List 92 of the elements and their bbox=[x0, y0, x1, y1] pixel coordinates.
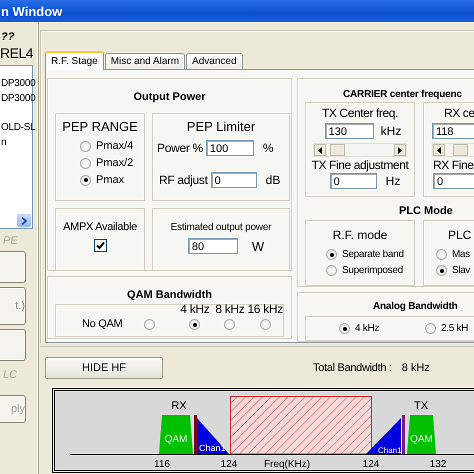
hide-hf-button[interactable]: HIDE HF bbox=[45, 357, 163, 379]
input-field[interactable]: 130 bbox=[324, 123, 374, 139]
group-title: QAM Bandwidth bbox=[126, 289, 213, 302]
label: Estimated output power bbox=[170, 222, 272, 233]
label: RX Fine bbox=[433, 158, 474, 172]
scroll-thumb[interactable] bbox=[330, 144, 345, 156]
radio-label: 8 kHz bbox=[215, 302, 245, 316]
radio-label: Separate band bbox=[342, 249, 404, 260]
radio-button[interactable] bbox=[80, 174, 91, 186]
window-title: n Window bbox=[1, 4, 62, 18]
input-field[interactable]: 0 bbox=[433, 173, 474, 189]
tick-label: 132 bbox=[430, 459, 446, 470]
label: Total Bandwidth : bbox=[313, 362, 392, 374]
unit-label: kHz bbox=[380, 124, 402, 138]
pilot-bar bbox=[194, 415, 197, 454]
radio-label: 2.5 kH bbox=[441, 323, 468, 334]
radio-button[interactable] bbox=[326, 265, 337, 276]
group-title: Output Power bbox=[132, 91, 207, 104]
checkbox[interactable] bbox=[94, 239, 106, 252]
section-label: LC bbox=[3, 369, 18, 381]
rx-label: RX bbox=[171, 400, 187, 412]
tab[interactable]: Advanced bbox=[186, 53, 243, 69]
section-label: PE bbox=[3, 235, 18, 247]
box-title: R.F. mode bbox=[332, 228, 388, 243]
label: TX Fine adjustment bbox=[312, 158, 408, 172]
radio-button[interactable] bbox=[80, 140, 91, 152]
scroll-thumb[interactable] bbox=[453, 144, 468, 156]
arrow-right-icon[interactable] bbox=[398, 146, 402, 154]
tick-label: 124 bbox=[220, 459, 238, 470]
tx-label: TX bbox=[414, 400, 428, 412]
radio-button[interactable] bbox=[224, 319, 236, 330]
tick-label: 124 bbox=[362, 459, 380, 470]
radio-label: Pmax/2 bbox=[96, 157, 134, 169]
label: RF adjust bbox=[159, 173, 208, 187]
radio-button[interactable] bbox=[189, 319, 200, 330]
qam-band bbox=[407, 415, 436, 454]
radio-label: 4 kHz bbox=[355, 323, 380, 334]
channel-band bbox=[197, 418, 229, 454]
box-title: PEP Limiter bbox=[186, 119, 256, 134]
chevron-right-icon[interactable] bbox=[21, 216, 27, 224]
checkbox-label: AMPX Available bbox=[63, 221, 137, 233]
side-button[interactable] bbox=[0, 329, 26, 361]
box-title: PLC bbox=[448, 228, 472, 243]
band-label: QAM bbox=[164, 434, 188, 445]
group-title: CARRIER center frequenc bbox=[343, 88, 462, 101]
arrow-left-icon[interactable] bbox=[318, 146, 322, 154]
input-field[interactable]: 0 bbox=[210, 172, 257, 188]
group-title: PLC Mode bbox=[399, 205, 453, 218]
box-title: TX Center freq. bbox=[322, 106, 398, 121]
device-name: REL4 bbox=[0, 45, 34, 62]
side-button[interactable] bbox=[0, 251, 26, 283]
radio-label: Pmax/4 bbox=[96, 140, 134, 152]
radio-button[interactable] bbox=[144, 318, 156, 330]
radio-button[interactable] bbox=[80, 158, 91, 168]
radio-button[interactable] bbox=[425, 323, 436, 334]
list-item[interactable]: n bbox=[0, 135, 32, 150]
radio-label: Pmax bbox=[96, 174, 124, 186]
axis-label: Freq(KHz) bbox=[264, 459, 310, 470]
radio-button[interactable] bbox=[326, 249, 337, 260]
input-field[interactable]: 80 bbox=[188, 238, 238, 254]
unit-label: W bbox=[252, 238, 264, 254]
radio-label: 4 kHz bbox=[180, 302, 210, 316]
band-label: QAM bbox=[410, 434, 433, 445]
radio-label: 16 kHz bbox=[247, 302, 283, 316]
radio-label: Superimposed bbox=[342, 265, 403, 276]
pilot-bar bbox=[402, 415, 405, 454]
radio-button[interactable] bbox=[436, 265, 447, 276]
panel-header: ?? bbox=[1, 31, 14, 43]
input-field[interactable]: 100 bbox=[206, 140, 254, 156]
radio-label: No QAM bbox=[82, 318, 122, 330]
label: Power % bbox=[157, 141, 203, 155]
tab[interactable]: R.F. Stage bbox=[45, 51, 104, 70]
box-title: PEP RANGE bbox=[62, 119, 138, 134]
group-title: Analog Bandwidth bbox=[373, 300, 458, 313]
box-title: RX ce bbox=[444, 106, 474, 121]
arrow-left-icon[interactable] bbox=[437, 146, 441, 154]
radio-label: Slav bbox=[452, 265, 470, 276]
radio-button[interactable] bbox=[436, 249, 447, 260]
qam-band bbox=[159, 415, 193, 454]
radio-button[interactable] bbox=[339, 323, 350, 334]
tab[interactable]: Misc and Alarm bbox=[104, 53, 186, 69]
unit-label: % bbox=[262, 141, 274, 155]
input-field[interactable]: 0 bbox=[330, 173, 377, 189]
band-label: Chan1 bbox=[199, 443, 226, 453]
radio-label: Mas bbox=[452, 249, 470, 260]
unit-label: Hz bbox=[386, 174, 400, 188]
tick-label: 116 bbox=[154, 459, 170, 470]
scrollbar[interactable] bbox=[313, 143, 407, 157]
value-text: 8 kHz bbox=[402, 362, 430, 374]
input-field[interactable]: 118 bbox=[432, 123, 474, 139]
unit-label: dB bbox=[266, 173, 280, 187]
radio-button[interactable] bbox=[260, 319, 271, 330]
